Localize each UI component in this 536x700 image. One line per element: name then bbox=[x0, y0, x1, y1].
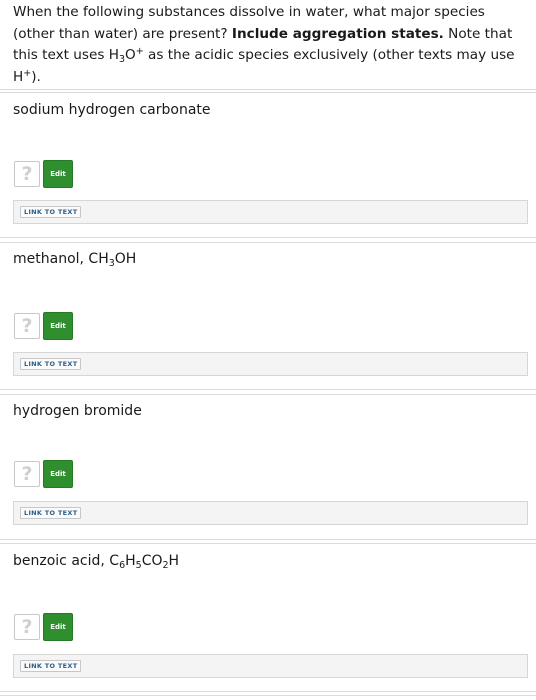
edit-button[interactable]: Edit bbox=[43, 312, 73, 340]
question-part-1: sodium hydrogen carbonate ? Edit LINK TO… bbox=[0, 92, 536, 238]
question-part-3: hydrogen bromide ? Edit LINK TO TEXT bbox=[0, 394, 536, 540]
link-to-text-button[interactable]: LINK TO TEXT bbox=[20, 206, 82, 218]
help-button[interactable]: ? bbox=[14, 161, 40, 187]
part-title-text: methanol, CH bbox=[13, 251, 109, 267]
prompt-emphasis: Include aggregation states. bbox=[231, 25, 444, 42]
prompt-text: O bbox=[125, 47, 136, 63]
edit-button[interactable]: Edit bbox=[43, 160, 73, 188]
part-title-text: H bbox=[168, 553, 180, 569]
part-title-text: OH bbox=[114, 251, 137, 267]
prompt-text: ). bbox=[31, 68, 41, 85]
answer-controls: ? Edit bbox=[14, 312, 73, 340]
answer-controls: ? Edit bbox=[14, 160, 73, 188]
question-part-4: benzoic acid, C6H5CO2H ? Edit LINK TO TE… bbox=[0, 543, 536, 692]
part-title-text: benzoic acid, C bbox=[13, 553, 120, 569]
link-to-text-button[interactable]: LINK TO TEXT bbox=[20, 660, 82, 672]
help-button[interactable]: ? bbox=[14, 461, 40, 487]
link-to-text-button[interactable]: LINK TO TEXT bbox=[20, 507, 82, 519]
help-button[interactable]: ? bbox=[14, 614, 40, 640]
question-part-2: methanol, CH3OH ? Edit LINK TO TEXT bbox=[0, 242, 536, 390]
question-mark-icon: ? bbox=[21, 163, 33, 185]
help-button[interactable]: ? bbox=[14, 313, 40, 339]
part-title: methanol, CH3OH bbox=[13, 250, 136, 268]
link-bar: LINK TO TEXT bbox=[13, 654, 528, 678]
link-bar: LINK TO TEXT bbox=[13, 200, 528, 224]
edit-button[interactable]: Edit bbox=[43, 460, 73, 488]
question-mark-icon: ? bbox=[21, 616, 33, 638]
link-to-text-button[interactable]: LINK TO TEXT bbox=[20, 358, 82, 370]
part-title: hydrogen bromide bbox=[13, 402, 142, 420]
part-title-text: hydrogen bromide bbox=[13, 403, 142, 419]
question-prompt: When the following substances dissolve i… bbox=[0, 0, 536, 90]
answer-controls: ? Edit bbox=[14, 613, 73, 641]
part-title-text: H bbox=[125, 553, 136, 569]
link-bar: LINK TO TEXT bbox=[13, 352, 528, 376]
part-title: sodium hydrogen carbonate bbox=[13, 101, 211, 119]
part-title: benzoic acid, C6H5CO2H bbox=[13, 552, 179, 570]
answer-controls: ? Edit bbox=[14, 460, 73, 488]
superscript: + bbox=[23, 67, 32, 79]
question-mark-icon: ? bbox=[21, 463, 33, 485]
link-bar: LINK TO TEXT bbox=[13, 501, 528, 525]
part-title-text: sodium hydrogen carbonate bbox=[13, 102, 211, 118]
question-mark-icon: ? bbox=[21, 315, 33, 337]
question-part-5-edge bbox=[0, 695, 536, 700]
part-title-text: CO bbox=[141, 553, 163, 569]
edit-button[interactable]: Edit bbox=[43, 613, 73, 641]
superscript: + bbox=[135, 46, 144, 57]
